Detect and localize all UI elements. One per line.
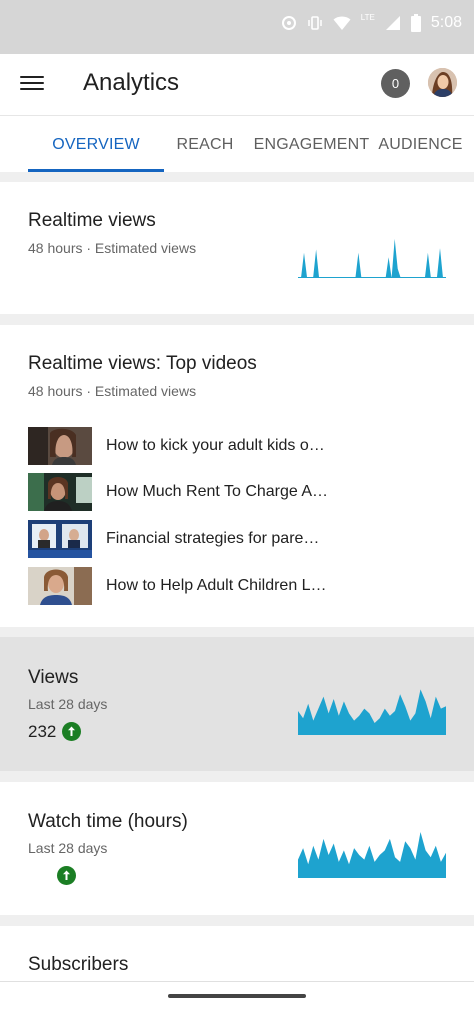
views-sparkline bbox=[298, 689, 446, 735]
page-title: Analytics bbox=[83, 69, 180, 96]
video-title: How to kick your adult kids o… bbox=[106, 437, 325, 454]
tab-reach[interactable]: REACH bbox=[164, 117, 246, 172]
top-video-item[interactable]: Financial strategies for pare… bbox=[28, 520, 448, 558]
wifi-icon bbox=[333, 16, 351, 30]
signal-icon bbox=[385, 16, 400, 30]
realtime-sparkline-area bbox=[298, 238, 446, 278]
avatar-image bbox=[428, 68, 457, 97]
video-title: How to Help Adult Children L… bbox=[106, 577, 327, 594]
card-subtitle: 48 hours · Estimated views bbox=[28, 240, 197, 256]
menu-icon-line bbox=[20, 75, 44, 78]
video-thumbnail bbox=[28, 520, 92, 558]
top-videos-card: Realtime views: Top videos 48 hours · Es… bbox=[0, 325, 474, 627]
status-bar: LTE 5:08 bbox=[0, 0, 474, 54]
home-gesture-handle[interactable] bbox=[168, 994, 306, 998]
card-title: Watch time (hours) bbox=[28, 811, 188, 832]
tab-engagement[interactable]: ENGAGEMENT bbox=[246, 117, 377, 172]
top-video-item[interactable]: How to Help Adult Children L… bbox=[28, 567, 448, 605]
video-thumbnail bbox=[28, 567, 92, 605]
watch-time-sparkline-area bbox=[298, 832, 446, 878]
views-sparkline-area bbox=[298, 689, 446, 735]
system-nav-bar bbox=[0, 981, 474, 1009]
notification-badge[interactable]: 0 bbox=[381, 69, 410, 98]
menu-button[interactable] bbox=[18, 72, 46, 100]
trend-up-icon bbox=[62, 722, 81, 741]
watch-time-card[interactable]: Watch time (hours) Last 28 days bbox=[0, 782, 474, 915]
card-title: Subscribers bbox=[28, 954, 129, 975]
vibrate-icon bbox=[308, 16, 322, 30]
video-title: How Much Rent To Charge A… bbox=[106, 483, 329, 500]
tab-overview[interactable]: OVERVIEW bbox=[28, 117, 164, 172]
watch-time-sparkline bbox=[298, 832, 446, 878]
card-subtitle: Last 28 days bbox=[28, 840, 108, 856]
menu-icon-line bbox=[20, 87, 44, 90]
tab-bar: OVERVIEW REACH ENGAGEMENT AUDIENCE bbox=[0, 117, 474, 172]
overview-feed[interactable]: Realtime views 48 hours · Estimated view… bbox=[0, 172, 474, 1009]
top-video-item[interactable]: How to kick your adult kids o… bbox=[28, 427, 448, 465]
trend-up-icon bbox=[57, 866, 76, 885]
realtime-views-card[interactable]: Realtime views 48 hours · Estimated view… bbox=[0, 182, 474, 314]
card-subtitle: Last 28 days bbox=[28, 696, 108, 712]
views-card[interactable]: Views Last 28 days 232 bbox=[0, 637, 474, 771]
menu-icon-line bbox=[20, 81, 44, 84]
video-thumbnail bbox=[28, 473, 92, 511]
app-bar: Analytics 0 bbox=[0, 54, 474, 116]
views-value: 232 bbox=[28, 722, 57, 741]
card-title: Realtime views bbox=[28, 210, 156, 231]
network-type-label: LTE bbox=[360, 12, 375, 22]
tab-audience[interactable]: AUDIENCE bbox=[377, 117, 464, 172]
card-subtitle: 48 hours · Estimated views bbox=[28, 383, 197, 399]
status-time: 5:08 bbox=[430, 14, 462, 31]
realtime-sparkline bbox=[298, 238, 446, 278]
card-title: Views bbox=[28, 667, 79, 688]
top-video-item[interactable]: How Much Rent To Charge A… bbox=[28, 473, 448, 511]
sync-icon bbox=[281, 16, 296, 30]
battery-icon bbox=[410, 14, 421, 32]
video-thumbnail bbox=[28, 427, 92, 465]
video-title: Financial strategies for pare… bbox=[106, 530, 320, 547]
card-title: Realtime views: Top videos bbox=[28, 353, 257, 374]
avatar[interactable] bbox=[428, 68, 457, 97]
status-icons: LTE 5:08 bbox=[281, 12, 462, 32]
